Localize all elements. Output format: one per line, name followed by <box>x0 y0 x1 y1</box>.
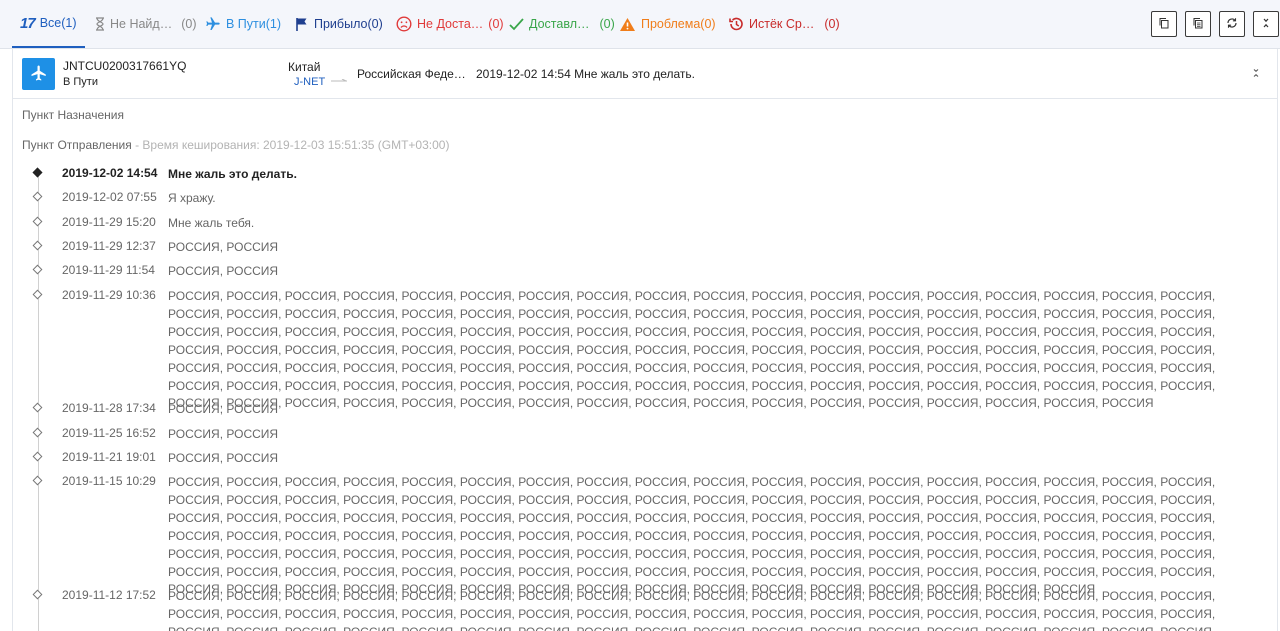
tab-in-transit[interactable]: В Пути(1) <box>205 0 281 48</box>
event-description: РОССИЯ, РОССИЯ <box>168 240 279 254</box>
event-description: РОССИЯ, РОССИЯ <box>168 451 279 465</box>
event-description: РОССИЯ, РОССИЯ, РОССИЯ, РОССИЯ, РОССИЯ, … <box>168 589 1216 631</box>
tracking-details: Пункт Назначения Пункт Отправления - Вре… <box>12 99 1278 631</box>
collapse-icon <box>1261 17 1271 32</box>
refresh-icon <box>1226 17 1238 32</box>
event-time: 2019-11-29 15:20 <box>62 215 156 229</box>
event-time: 2019-12-02 14:54 <box>62 166 158 180</box>
logo-17: 17 <box>20 14 36 32</box>
tab-not-found-count: (0) <box>181 17 197 31</box>
copy-button[interactable] <box>1151 11 1177 37</box>
hourglass-icon <box>95 17 105 31</box>
tab-problem[interactable]: Проблема(0) <box>619 0 716 48</box>
tab-all-label: Все(1) <box>39 16 77 30</box>
tab-undelivered[interactable]: Не Доста… (0) <box>396 0 504 48</box>
history-icon <box>728 16 744 32</box>
event-description: РОССИЯ, РОССИЯ <box>168 402 279 416</box>
timeline-dot-icon <box>32 191 43 202</box>
check-icon <box>509 17 524 31</box>
sad-face-icon <box>396 16 412 32</box>
tab-problem-label: Проблема(0) <box>641 17 716 31</box>
event-time: 2019-12-02 07:55 <box>62 190 157 204</box>
timeline-dot-icon <box>32 402 43 413</box>
plane-icon <box>30 64 48 85</box>
tab-expired-label: Истёк Ср… <box>749 17 815 31</box>
timeline-dot-icon <box>32 216 43 227</box>
tab-expired[interactable]: Истёк Ср… (0) <box>728 0 840 48</box>
event-description: РОССИЯ, РОССИЯ, РОССИЯ, РОССИЯ, РОССИЯ, … <box>168 475 1216 597</box>
event-time: 2019-11-28 17:34 <box>62 401 156 415</box>
event-description: РОССИЯ, РОССИЯ, РОССИЯ, РОССИЯ, РОССИЯ, … <box>168 289 1216 411</box>
shipment-row[interactable]: JNTCU0200317661YQ В Пути Китай J-NET Рос… <box>12 49 1278 99</box>
tab-undelivered-label: Не Доста… <box>417 17 484 31</box>
event-time: 2019-11-21 19:01 <box>62 450 156 464</box>
event-description: Я хражу. <box>168 191 216 205</box>
copy-all-button[interactable] <box>1185 11 1211 37</box>
timeline-dot-icon <box>32 289 43 300</box>
tracking-number[interactable]: JNTCU0200317661YQ <box>63 59 186 73</box>
tab-all[interactable]: 17 Все(1) <box>12 0 85 48</box>
carrier-link[interactable]: J-NET <box>294 76 325 88</box>
event-description: Мне жаль тебя. <box>168 216 255 230</box>
event-time: 2019-11-29 10:36 <box>62 288 156 302</box>
event-description: Мне жаль это делать. <box>168 167 297 181</box>
plane-icon <box>205 16 221 32</box>
tab-delivered[interactable]: Доставл… (0) <box>509 0 615 48</box>
collapse-toggle-icon[interactable] <box>1252 67 1260 81</box>
timeline-dot-icon <box>32 167 43 178</box>
event-description: РОССИЯ, РОССИЯ <box>168 264 279 278</box>
event-time: 2019-11-15 10:29 <box>62 474 156 488</box>
tab-arrived[interactable]: Прибыло(0) <box>295 0 383 48</box>
shipment-status-badge <box>22 58 55 90</box>
tab-not-found[interactable]: Не Найд… (0) <box>95 0 197 48</box>
event-description: РОССИЯ, РОССИЯ <box>168 427 279 441</box>
copy-icon <box>1158 17 1170 32</box>
cache-time-note: - Время кеширования: 2019-12-03 15:51:35… <box>131 138 450 152</box>
destination-country: Российская Феде… <box>357 67 466 81</box>
timeline-dot-icon <box>32 589 43 600</box>
tab-delivered-count: (0) <box>599 17 615 31</box>
destination-section-label[interactable]: Пункт Назначения <box>22 108 124 122</box>
tab-expired-count: (0) <box>824 17 840 31</box>
tab-delivered-label: Доставл… <box>529 17 590 31</box>
timeline-dot-icon <box>32 240 43 251</box>
latest-event: 2019-12-02 14:54 Мне жаль это делать. <box>476 67 695 81</box>
warning-icon <box>619 17 636 32</box>
flag-icon <box>295 17 309 31</box>
tab-arrived-label: Прибыло(0) <box>314 17 383 31</box>
tab-in-transit-label: В Пути(1) <box>226 17 282 31</box>
timeline-dot-icon <box>32 264 43 275</box>
copy-all-icon <box>1192 17 1204 32</box>
event-time: 2019-11-12 17:52 <box>62 588 156 602</box>
collapse-all-button[interactable] <box>1253 11 1279 37</box>
shipment-status: В Пути <box>63 76 98 88</box>
origin-section-label[interactable]: Пункт Отправления - Время кеширования: 2… <box>22 138 449 152</box>
event-time: 2019-11-25 16:52 <box>62 426 156 440</box>
timeline-dot-icon <box>32 427 43 438</box>
timeline-dot-icon <box>32 475 43 486</box>
refresh-button[interactable] <box>1219 11 1245 37</box>
route-arrow-icon <box>331 72 347 82</box>
tab-undelivered-count: (0) <box>488 17 504 31</box>
status-tab-bar: 17 Все(1) Не Найд… (0) В Пути(1) Прибыло… <box>0 0 1280 49</box>
origin-section-title: Пункт Отправления <box>22 138 132 152</box>
event-time: 2019-11-29 11:54 <box>62 263 155 277</box>
timeline-dot-icon <box>32 451 43 462</box>
tab-not-found-label: Не Найд… <box>110 17 173 31</box>
origin-country: Китай <box>288 60 321 74</box>
event-time: 2019-11-29 12:37 <box>62 239 156 253</box>
